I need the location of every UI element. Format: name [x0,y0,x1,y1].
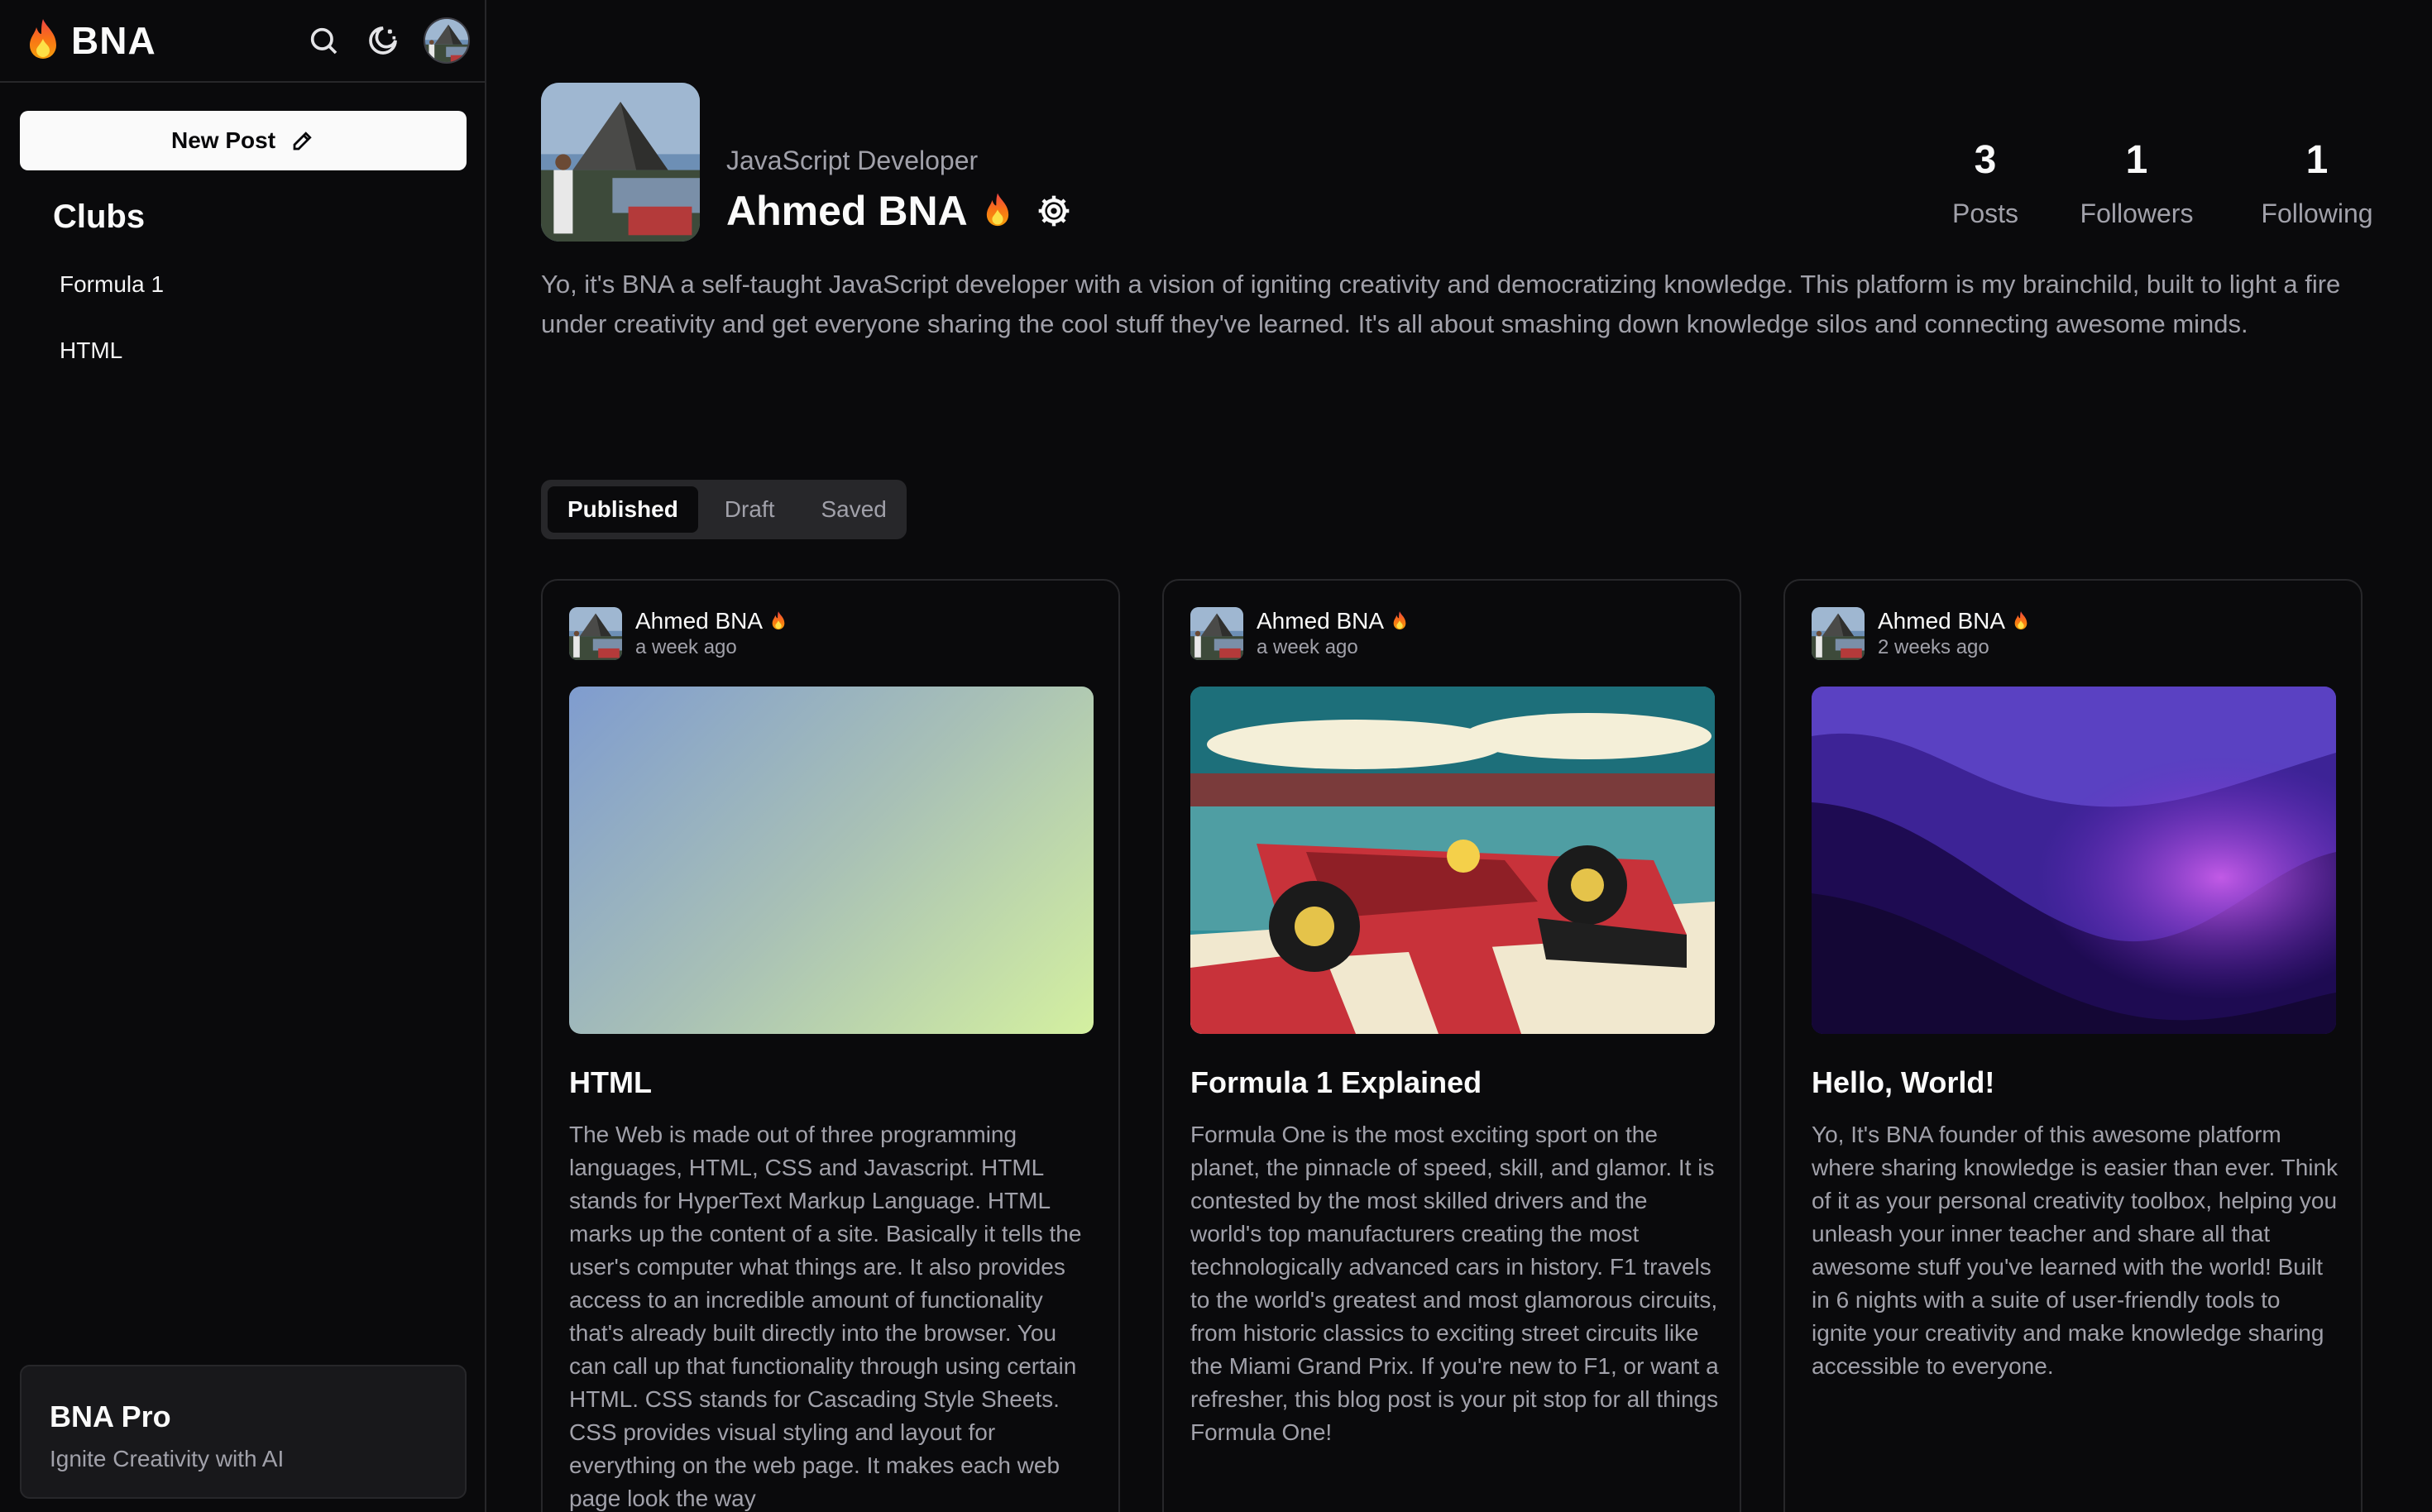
stat-value: 1 [2125,138,2148,182]
top-bar: BNA [0,0,485,83]
tab-saved[interactable]: Saved [801,486,906,533]
profile-name: Ahmed BNA [726,188,968,234]
post-author: Ahmed BNA a week ago [569,607,788,660]
post-title: Hello, World! [1812,1065,1995,1099]
search-icon [310,27,338,55]
post-card[interactable]: Ahmed BNA a week ago HTML The Web is mad… [541,579,1120,1512]
author-avatar [1190,607,1243,660]
post-cover-image [1190,687,1715,1034]
post-title: Formula 1 Explained [1190,1065,1482,1099]
post-tabs: Published Draft Saved [541,480,907,539]
pro-subtitle: Ignite Creativity with AI [50,1446,285,1471]
stat-label: Posts [1951,199,2019,228]
stat-followers[interactable]: 1 Followers [2058,141,2215,229]
pencil-icon [293,132,312,151]
moon-stars-icon [369,26,397,55]
main-content: JavaScript Developer Ahmed BNA 3 Posts 1… [541,0,2394,1512]
author-avatar [1812,607,1865,660]
pro-title: BNA Pro [50,1400,171,1433]
flame-icon [22,17,65,64]
profile-stats: 3 Posts 1 Followers 1 Following [1913,141,2394,229]
theme-toggle-button[interactable] [364,22,402,60]
profile-role: JavaScript Developer [726,146,979,175]
stat-label: Followers [2080,199,2194,228]
avatar-image [425,19,470,64]
author-name: Ahmed BNA [1257,608,1385,634]
profile-name-row: Ahmed BNA [726,187,1072,235]
club-item-formula-1[interactable]: Formula 1 [60,271,164,298]
abstract-purple-wallpaper [1812,687,2336,1034]
bna-pro-card[interactable]: BNA Pro Ignite Creativity with AI [20,1365,467,1499]
post-excerpt: Formula One is the most exciting sport o… [1190,1122,1719,1445]
author-name: Ahmed BNA [635,608,764,634]
gear-icon [1038,195,1070,227]
app-name: BNA [71,19,156,62]
sidebar: BNA New Post Clubs Formula 1 HTML BNA Pr… [0,0,486,1512]
stat-following[interactable]: 1 Following [2240,141,2394,229]
post-excerpt: Yo, It's BNA founder of this awesome pla… [1812,1122,2339,1379]
stat-value: 3 [1974,138,1997,182]
post-time: a week ago [635,636,737,658]
flame-icon [1391,610,1409,632]
post-cover-image [569,687,1094,1034]
profile-bio: Yo, it's BNA a self-taught JavaScript de… [541,270,2341,338]
post-title: HTML [569,1065,652,1099]
new-post-button[interactable]: New Post [20,111,467,170]
post-card[interactable]: Ahmed BNA 2 weeks ago Hello, World! Yo, … [1783,579,2363,1512]
club-item-html[interactable]: HTML [60,337,122,364]
race-car-illustration [1190,687,1715,1034]
author-name: Ahmed BNA [1878,608,2006,634]
stat-posts[interactable]: 3 Posts [1913,141,2058,229]
tab-draft[interactable]: Draft [705,486,795,533]
post-time: 2 weeks ago [1878,636,1989,658]
logo[interactable]: BNA [22,17,156,64]
new-post-label: New Post [170,127,276,153]
post-card[interactable]: Ahmed BNA a week ago Formula 1 Explained… [1162,579,1741,1512]
search-button[interactable] [304,22,342,60]
user-avatar[interactable] [424,17,470,64]
stat-value: 1 [2305,138,2329,182]
post-author: Ahmed BNA 2 weeks ago [1812,607,2030,660]
stat-label: Following [2261,199,2373,228]
tab-published[interactable]: Published [548,486,698,533]
settings-button[interactable] [1036,193,1072,229]
flame-icon [769,610,788,632]
post-time: a week ago [1257,636,1358,658]
post-excerpt: The Web is made out of three programming… [569,1122,1082,1511]
clubs-heading: Clubs [53,199,146,235]
post-cover-image [1812,687,2336,1034]
author-avatar [569,607,622,660]
flame-icon [981,192,1014,230]
profile-avatar [541,83,700,242]
profile-avatar-image [541,83,700,242]
flame-icon [2012,610,2030,632]
post-author: Ahmed BNA a week ago [1190,607,1409,660]
